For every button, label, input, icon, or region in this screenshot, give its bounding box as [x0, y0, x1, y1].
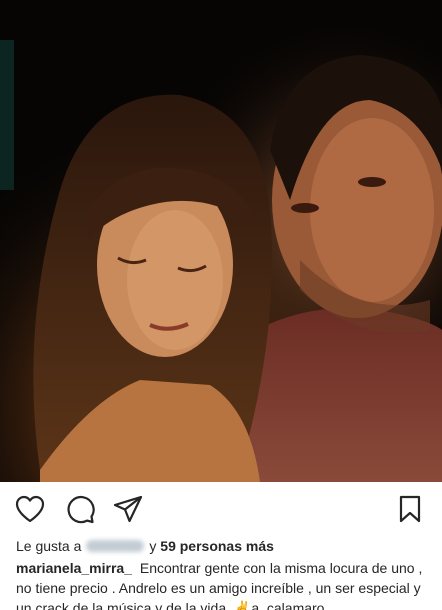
likes-connector: y — [149, 538, 157, 554]
heart-outline-icon — [15, 495, 45, 523]
bookmark-icon — [399, 495, 421, 523]
like-button[interactable] — [13, 492, 47, 526]
caption-username[interactable]: marianela_mirra_ — [16, 560, 132, 576]
post-caption: marianela_mirra_ Encontrar gente con la … — [16, 558, 436, 610]
likes-summary[interactable]: Le gusta a y 59 personas más — [16, 537, 274, 555]
instagram-post: Le gusta a y 59 personas más marianela_mi… — [0, 0, 442, 610]
blurred-username — [86, 540, 145, 552]
save-button[interactable] — [393, 492, 427, 526]
comment-bubble-icon — [67, 496, 95, 524]
post-photo[interactable] — [0, 0, 442, 482]
comment-button[interactable] — [63, 492, 97, 526]
post-actions-bar — [0, 482, 442, 536]
paper-plane-icon — [113, 495, 143, 523]
likes-prefix: Le gusta a — [16, 538, 82, 554]
share-button[interactable] — [111, 492, 145, 526]
photo-illustration — [0, 0, 442, 482]
likes-count[interactable]: 59 personas más — [160, 538, 274, 554]
